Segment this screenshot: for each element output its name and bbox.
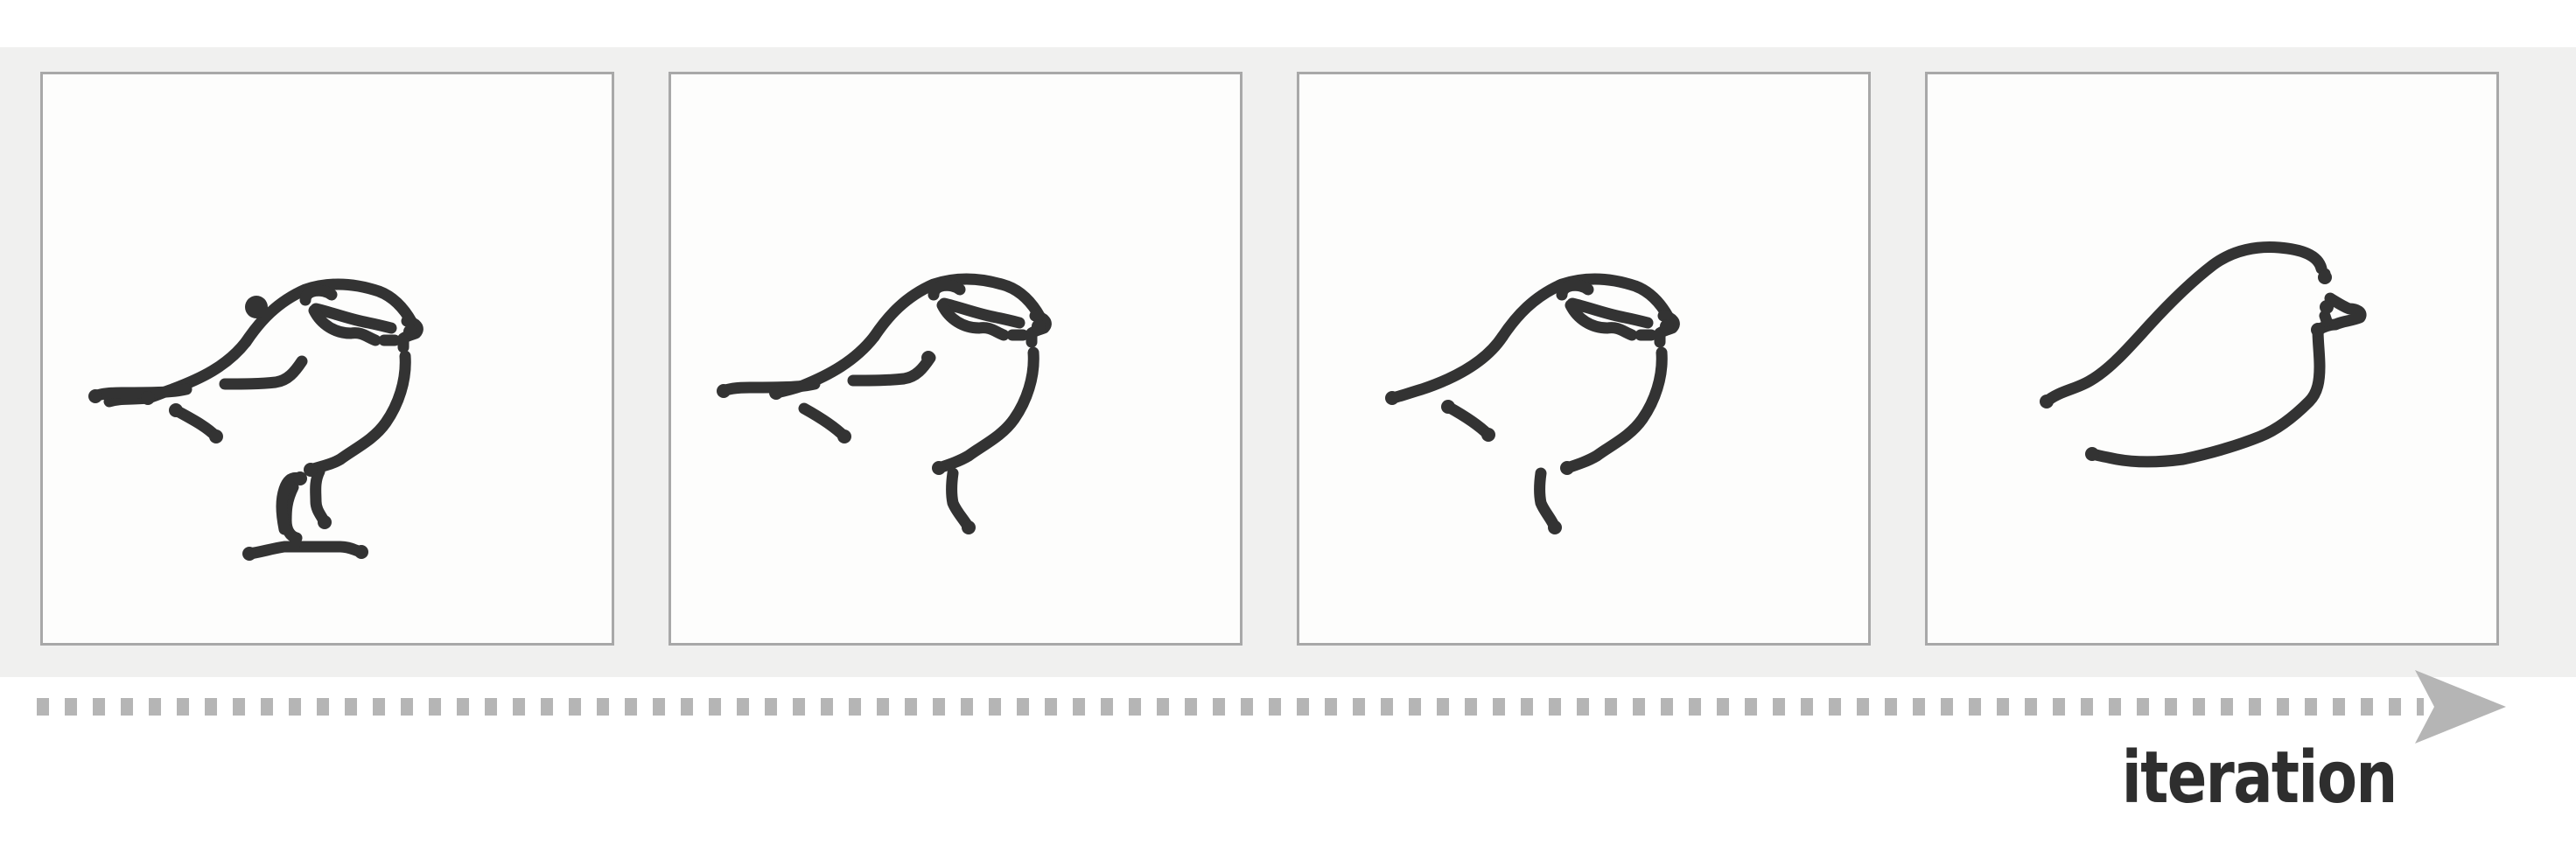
panel-step-2: [668, 72, 1242, 646]
iteration-label: iteration: [2121, 737, 2398, 820]
arrow-head: [2415, 670, 2506, 744]
panel-step-3: [1297, 72, 1871, 646]
bird-sketch-step-2: [717, 273, 1052, 534]
panel-step-1: [40, 72, 614, 646]
panel-step-4: [1925, 72, 2499, 646]
bird-sketch-step-4: [2040, 241, 2367, 468]
diagram-canvas: iteration: [0, 0, 2576, 845]
bird-sketch-step-3: [1385, 273, 1680, 534]
bird-sketch-step-1: [88, 278, 424, 561]
